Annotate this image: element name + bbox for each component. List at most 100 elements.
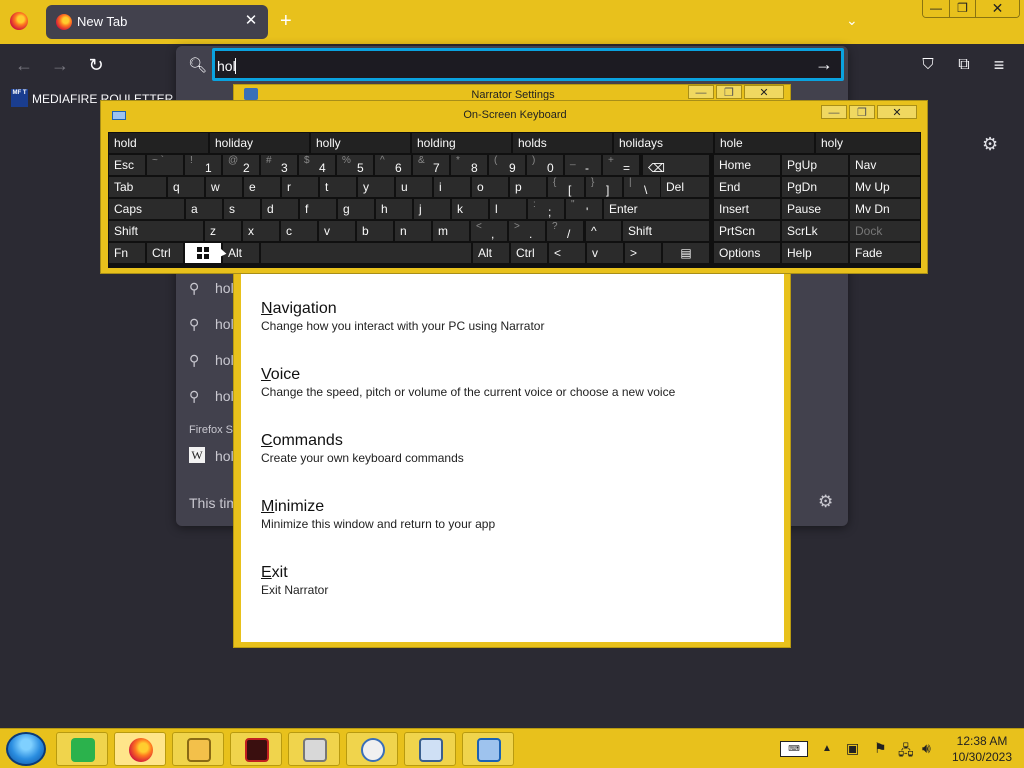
wikipedia-suggestion[interactable]: hol xyxy=(215,448,234,464)
search-settings-gear-icon[interactable]: ⚙ xyxy=(818,492,833,512)
pocket-icon[interactable]: ⛉ xyxy=(917,54,939,76)
url-input[interactable] xyxy=(217,56,797,76)
close-button[interactable]: ✕ xyxy=(975,0,1019,17)
letter-key-p[interactable]: p xyxy=(510,177,546,197)
touch-keyboard-tray-icon[interactable]: ⌨ xyxy=(780,741,808,757)
letter-key-b[interactable]: b xyxy=(357,221,393,241)
go-arrow-icon[interactable]: → xyxy=(815,54,833,75)
number-key[interactable]: & 7 xyxy=(413,155,449,175)
back-arrow-icon[interactable]: ← xyxy=(13,54,35,76)
tab-new-tab[interactable]: New Tab ✕ xyxy=(46,5,268,39)
page-settings-gear-icon[interactable]: ⚙ xyxy=(982,134,998,155)
forward-arrow-icon[interactable]: → xyxy=(49,54,71,76)
narrator-exit[interactable]: Exit Exit Narrator xyxy=(261,563,328,598)
letter-key-q[interactable]: q xyxy=(168,177,204,197)
nav-key-dock[interactable]: Dock xyxy=(850,221,920,241)
number-key[interactable]: _ - xyxy=(565,155,601,175)
suggestion-item[interactable]: hol xyxy=(215,388,234,404)
number-key[interactable]: #3 xyxy=(261,155,297,175)
number-key[interactable]: ~ ` xyxy=(147,155,183,175)
alt-key-right[interactable]: Alt xyxy=(473,243,509,263)
taskbar-calculator[interactable] xyxy=(404,732,456,766)
letter-key-k[interactable]: k xyxy=(452,199,488,219)
symbol-key[interactable]: :; xyxy=(528,199,564,219)
delete-key[interactable]: Del xyxy=(661,177,709,197)
prediction-key[interactable]: holidays xyxy=(614,133,713,153)
nav-key-prtscn[interactable]: PrtScn xyxy=(714,221,780,241)
right-arrow-key[interactable]: > xyxy=(625,243,661,263)
symbol-key[interactable]: {[ xyxy=(548,177,584,197)
nav-key-pgdn[interactable]: PgDn xyxy=(782,177,848,197)
letter-key-t[interactable]: t xyxy=(320,177,356,197)
narrator-minimize[interactable]: Minimize Minimize this window and return… xyxy=(261,497,495,532)
minimize-button[interactable]: — xyxy=(923,0,949,17)
taskbar-firefox[interactable] xyxy=(114,732,166,766)
network-icon[interactable]: 🖧︎ xyxy=(898,740,914,764)
number-key[interactable]: @2 xyxy=(223,155,259,175)
prediction-key[interactable]: holy xyxy=(816,133,920,153)
letter-key-f[interactable]: f xyxy=(300,199,336,219)
security-tray-icon[interactable]: ▣ xyxy=(846,740,859,757)
down-arrow-key[interactable]: v xyxy=(587,243,623,263)
ctrl-key-right[interactable]: Ctrl xyxy=(511,243,547,263)
letter-key-n[interactable]: n xyxy=(395,221,431,241)
nav-key-help[interactable]: Help xyxy=(782,243,848,263)
spacebar-key[interactable] xyxy=(261,243,471,263)
letter-key-m[interactable]: m xyxy=(433,221,469,241)
letter-key-h[interactable]: h xyxy=(376,199,412,219)
nav-key-home[interactable]: Home xyxy=(714,155,780,175)
letter-key-z[interactable]: z xyxy=(205,221,241,241)
nav-key-scrlk[interactable]: ScrLk xyxy=(782,221,848,241)
volume-icon[interactable]: 🔊︎ xyxy=(922,740,931,757)
menu-key[interactable]: ▤ xyxy=(663,243,709,263)
letter-key-l[interactable]: l xyxy=(490,199,526,219)
symbol-key[interactable]: >. xyxy=(509,221,545,241)
minimize-button[interactable]: — xyxy=(821,105,847,119)
maximize-button[interactable]: ❐ xyxy=(849,105,875,119)
prediction-key[interactable]: holds xyxy=(513,133,612,153)
enter-key[interactable]: Enter xyxy=(604,199,709,219)
maximize-button[interactable]: ❐ xyxy=(949,0,975,17)
taskbar-media-app[interactable] xyxy=(230,732,282,766)
prediction-key[interactable]: holding xyxy=(412,133,511,153)
prediction-key[interactable]: holly xyxy=(311,133,410,153)
close-button[interactable]: ✕ xyxy=(744,85,784,99)
letter-key-r[interactable]: r xyxy=(282,177,318,197)
symbol-key[interactable]: <, xyxy=(471,221,507,241)
taskbar-app-installer[interactable] xyxy=(288,732,340,766)
taskbar-on-screen-keyboard[interactable] xyxy=(462,732,514,766)
letter-key-y[interactable]: y xyxy=(358,177,394,197)
hamburger-menu-icon[interactable]: ≡ xyxy=(988,54,1010,76)
shift-key[interactable]: Shift xyxy=(109,221,203,241)
nav-key-end[interactable]: End xyxy=(714,177,780,197)
taskbar-file-explorer[interactable] xyxy=(172,732,224,766)
suggestion-item[interactable]: hol xyxy=(215,352,234,368)
number-key[interactable]: $4 xyxy=(299,155,335,175)
nav-key-nav[interactable]: Nav xyxy=(850,155,920,175)
symbol-key[interactable]: ? / xyxy=(547,221,583,241)
prediction-key[interactable]: hole xyxy=(715,133,814,153)
left-arrow-key[interactable]: < xyxy=(549,243,585,263)
esc-key[interactable]: Esc xyxy=(109,155,145,175)
nav-key-mv-dn[interactable]: Mv Dn xyxy=(850,199,920,219)
symbol-key[interactable]: | \ xyxy=(624,177,660,197)
number-key[interactable]: ) 0 xyxy=(527,155,563,175)
nav-key-pause[interactable]: Pause xyxy=(782,199,848,219)
nav-key-options[interactable]: Options xyxy=(714,243,780,263)
letter-key-g[interactable]: g xyxy=(338,199,374,219)
clock[interactable]: 12:38 AM 10/30/2023 xyxy=(950,733,1014,765)
reload-icon[interactable]: ↻ xyxy=(85,54,107,76)
letter-key-e[interactable]: e xyxy=(244,177,280,197)
close-button[interactable]: ✕ xyxy=(877,105,917,119)
maximize-button[interactable]: ❐ xyxy=(716,85,742,99)
suggestion-item[interactable]: hol xyxy=(215,280,234,296)
narrator-commands[interactable]: Commands Create your own keyboard comman… xyxy=(261,431,464,466)
letter-key-x[interactable]: x xyxy=(243,221,279,241)
narrator-voice[interactable]: Voice Change the speed, pitch or volume … xyxy=(261,365,675,400)
symbol-key[interactable]: }] xyxy=(586,177,622,197)
taskbar-narrator[interactable] xyxy=(346,732,398,766)
letter-key-j[interactable]: j xyxy=(414,199,450,219)
show-hidden-icons-button[interactable]: ▲ xyxy=(822,743,832,754)
letter-key-o[interactable]: o xyxy=(472,177,508,197)
tab-close-icon[interactable]: ✕ xyxy=(242,12,260,30)
